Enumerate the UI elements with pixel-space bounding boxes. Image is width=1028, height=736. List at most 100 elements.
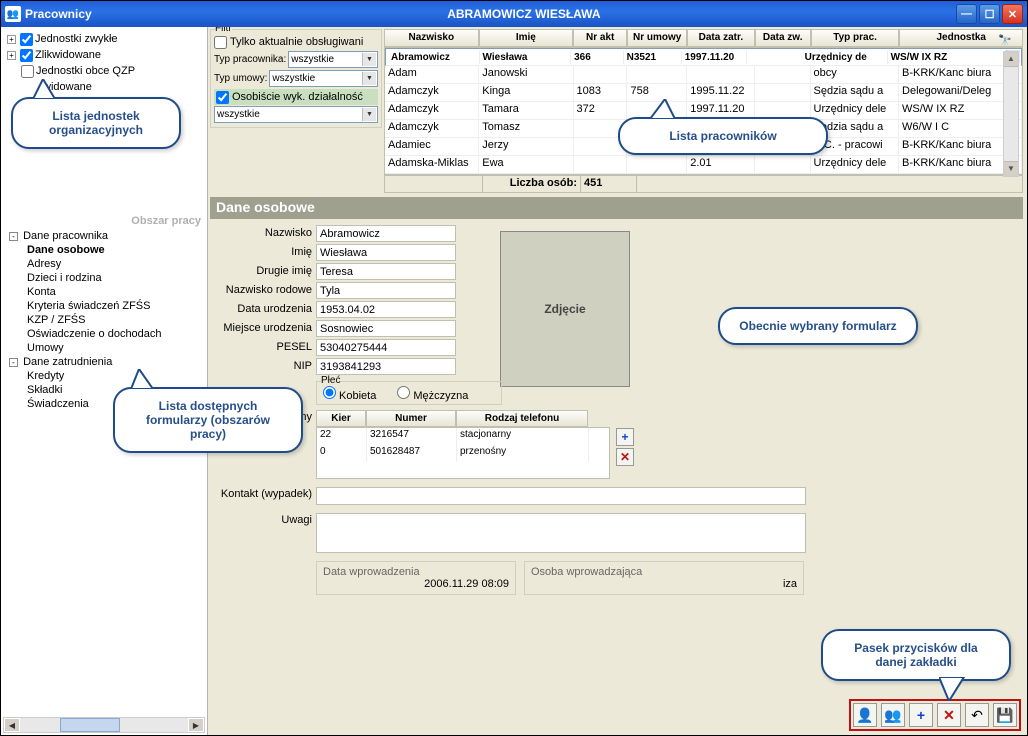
field-pesel[interactable]: 53040275444 bbox=[316, 339, 456, 356]
emp-col-header[interactable]: Typ prac. bbox=[811, 29, 900, 47]
expand-icon[interactable]: + bbox=[7, 51, 16, 60]
table-row[interactable]: Adamska-MiklasEwa2.01Urzędnicy deleB-KRK… bbox=[385, 156, 1022, 174]
label-nip: NIP bbox=[214, 358, 316, 377]
table-cell: 1083 bbox=[574, 84, 628, 101]
phones-cell: 3216547 bbox=[367, 428, 457, 445]
scroll-left-icon[interactable]: ◀ bbox=[4, 718, 20, 732]
nav-item-kzp[interactable]: KZP / ZFŚS bbox=[27, 313, 205, 327]
collapse-icon[interactable]: - bbox=[9, 232, 18, 241]
emp-col-header[interactable]: Nr umowy bbox=[627, 29, 687, 47]
expand-icon[interactable]: + bbox=[7, 35, 16, 44]
employee-table[interactable]: NazwiskoImięNr aktNr umowyData zatr.Data… bbox=[384, 29, 1023, 193]
emp-col-header[interactable]: Imię bbox=[479, 29, 574, 47]
table-cell bbox=[755, 84, 811, 101]
delete-phone-button[interactable]: ✕ bbox=[616, 448, 634, 466]
field-nazwisko[interactable]: Abramowicz bbox=[316, 225, 456, 242]
filter-personal-select[interactable]: wszystkie bbox=[214, 106, 378, 123]
emp-col-header[interactable]: Nazwisko bbox=[384, 29, 479, 47]
nav-item-umowy[interactable]: Umowy bbox=[27, 341, 205, 355]
maximize-button[interactable]: ☐ bbox=[979, 4, 1000, 24]
phones-col-header[interactable]: Kier bbox=[316, 410, 366, 427]
filter-only-current-checkbox[interactable] bbox=[214, 36, 227, 49]
left-scrollbar[interactable]: ◀ ▶ bbox=[3, 717, 205, 733]
phones-row[interactable]: 0501628487przenośny bbox=[317, 445, 609, 462]
nav-group-label: Dane pracownika bbox=[23, 230, 108, 242]
tree-checkbox[interactable] bbox=[21, 65, 34, 78]
titlebar: 👥 Pracownicy ABRAMOWICZ WIESŁAWA — ☐ ✕ bbox=[1, 1, 1027, 27]
nav-group[interactable]: - Dane zatrudnienia bbox=[9, 355, 205, 369]
table-cell bbox=[755, 156, 811, 173]
bottom-toolbar: 👤 👥 + ✕ ↶ 💾 bbox=[849, 699, 1021, 731]
nav-item-kredyty[interactable]: Kredyty bbox=[27, 369, 205, 383]
field-pob[interactable]: Sosnowiec bbox=[316, 320, 456, 337]
add-phone-button[interactable]: + bbox=[616, 428, 634, 446]
phones-col-header[interactable]: Numer bbox=[366, 410, 456, 427]
nav-item-dane-osobowe[interactable]: Dane osobowe bbox=[27, 243, 205, 257]
titlebar-subject: ABRAMOWICZ WIESŁAWA bbox=[92, 7, 956, 21]
gender-male[interactable]: Mężczyzna bbox=[397, 390, 468, 402]
binoculars-icon[interactable]: 🔭 bbox=[995, 33, 1015, 47]
person-button[interactable]: 👤 bbox=[853, 703, 877, 727]
filter-contract-select[interactable]: wszystkie bbox=[269, 70, 378, 87]
tree-checkbox[interactable] bbox=[20, 49, 33, 62]
table-cell: 372 bbox=[574, 102, 628, 119]
phones-cell: 501628487 bbox=[367, 445, 457, 462]
table-row[interactable]: AdamczykKinga10837581995.11.22Sędzia sąd… bbox=[385, 84, 1022, 102]
filter-personal-checkbox[interactable] bbox=[216, 91, 229, 104]
field-contact[interactable] bbox=[316, 487, 806, 505]
filter-personal-label: Osobiście wyk. działalność bbox=[232, 91, 363, 103]
table-row[interactable]: AdamJanowskiobcyB-KRK/Kanc biura bbox=[385, 66, 1022, 84]
collapse-icon[interactable]: - bbox=[9, 358, 18, 367]
gender-female[interactable]: Kobieta bbox=[323, 390, 376, 402]
filter-only-current[interactable]: Tylko aktualnie obsługiwani bbox=[214, 34, 378, 50]
filter-personal[interactable]: Osobiście wyk. działalność bbox=[214, 89, 378, 105]
photo-placeholder[interactable]: Zdjęcie bbox=[500, 231, 630, 387]
emp-col-header[interactable]: Data zatr. bbox=[687, 29, 755, 47]
close-button[interactable]: ✕ bbox=[1002, 4, 1023, 24]
table-cell: Abramowicz bbox=[388, 51, 480, 64]
unit-tree[interactable]: + Jednostki zwykłe + Zlikwidowane Jednos… bbox=[1, 27, 207, 99]
table-row[interactable]: AbramowiczWiesława366N35211997.11.20Urzę… bbox=[385, 48, 1022, 66]
field-imie[interactable]: Wiesława bbox=[316, 244, 456, 261]
tree-item[interactable]: + Jednostki zwykłe bbox=[3, 31, 205, 47]
table-cell bbox=[627, 66, 687, 83]
add-button[interactable]: + bbox=[909, 703, 933, 727]
scroll-right-icon[interactable]: ▶ bbox=[188, 718, 204, 732]
field-dob[interactable]: 1953.04.02 bbox=[316, 301, 456, 318]
people-button[interactable]: 👥 bbox=[881, 703, 905, 727]
scroll-thumb[interactable] bbox=[60, 718, 120, 732]
nav-item-dzieci[interactable]: Dzieci i rodzina bbox=[27, 271, 205, 285]
label-rodowe: Nazwisko rodowe bbox=[214, 282, 316, 301]
delete-button[interactable]: ✕ bbox=[937, 703, 961, 727]
field-drugie-imie[interactable]: Teresa bbox=[316, 263, 456, 280]
table-scrollbar[interactable] bbox=[1003, 51, 1019, 177]
field-uwagi[interactable] bbox=[316, 513, 806, 553]
tree-label: Jednostki obce QZP bbox=[36, 65, 135, 77]
gender-female-radio[interactable] bbox=[323, 386, 336, 399]
gender-male-radio[interactable] bbox=[397, 386, 410, 399]
nav-group[interactable]: - Dane pracownika bbox=[9, 229, 205, 243]
field-rodowe[interactable]: Tyla bbox=[316, 282, 456, 299]
table-cell: Janowski bbox=[479, 66, 573, 83]
nav-item-adresy[interactable]: Adresy bbox=[27, 257, 205, 271]
nav-item-oswiadczenie[interactable]: Oświadczenie o dochodach bbox=[27, 327, 205, 341]
callout-employee-list: Lista pracowników bbox=[618, 117, 828, 155]
save-button[interactable]: 💾 bbox=[993, 703, 1017, 727]
meta-creator: Osoba wprowadzająca iza bbox=[524, 561, 804, 595]
tree-item[interactable]: + Zlikwidowane bbox=[3, 47, 205, 63]
tree-item[interactable]: Jednostki obce QZP bbox=[3, 63, 205, 79]
form-nav-tree[interactable]: - Dane pracownika Dane osobowe Adresy Dz… bbox=[1, 227, 207, 413]
phones-cell: przenośny bbox=[457, 445, 589, 462]
phones-col-header[interactable]: Rodzaj telefonu bbox=[456, 410, 588, 427]
tree-checkbox[interactable] bbox=[20, 33, 33, 46]
undo-button[interactable]: ↶ bbox=[965, 703, 989, 727]
emp-col-header[interactable]: Data zw. bbox=[755, 29, 811, 47]
filter-type-select[interactable]: wszystkie bbox=[288, 51, 378, 68]
nav-item-konta[interactable]: Konta bbox=[27, 285, 205, 299]
phones-table[interactable]: KierNumerRodzaj telefonu 223216547stacjo… bbox=[316, 410, 610, 479]
nav-item-kryteria[interactable]: Kryteria świadczeń ZFŚS bbox=[27, 299, 205, 313]
emp-col-header[interactable]: Nr akt bbox=[573, 29, 627, 47]
field-nip[interactable]: 3193841293 bbox=[316, 358, 456, 375]
minimize-button[interactable]: — bbox=[956, 4, 977, 24]
phones-row[interactable]: 223216547stacjonarny bbox=[317, 428, 609, 445]
